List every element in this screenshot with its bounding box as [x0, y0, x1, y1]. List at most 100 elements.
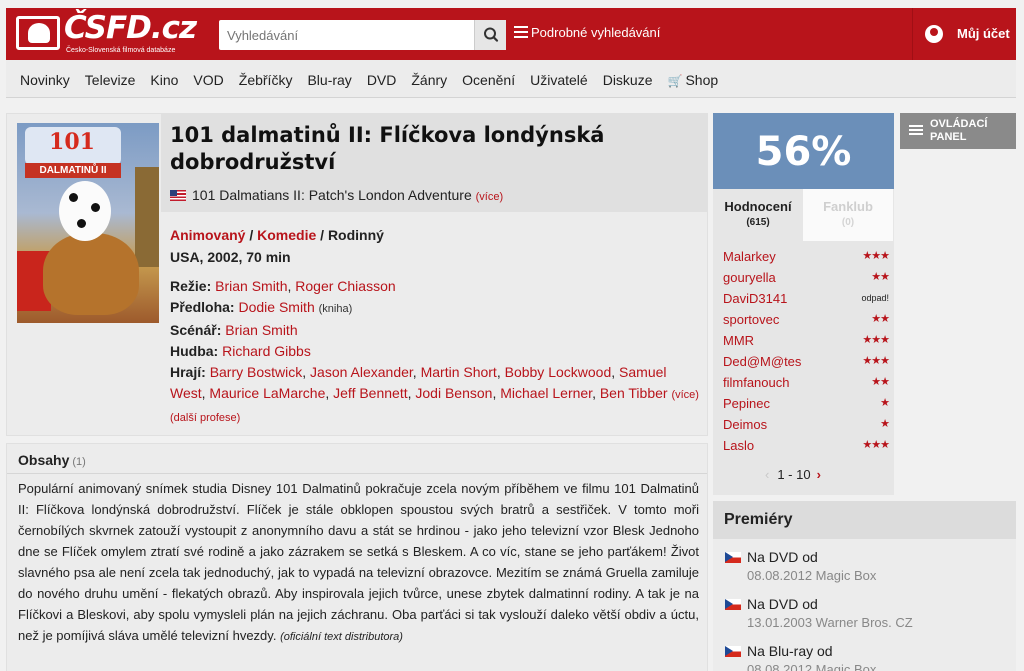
credits-label: Scénář:: [170, 322, 222, 338]
person-link[interactable]: Brian Smith: [225, 322, 297, 338]
search-input[interactable]: [219, 20, 464, 50]
premiere-detail: 08.08.2012 Magic Box: [747, 662, 877, 671]
rating-row: Ded@M@tes ★★★: [723, 354, 890, 375]
top-bar: ČSFD.cz Česko-Slovenská filmová databáze…: [6, 8, 1016, 60]
rating-list: Malarkey ★★★ gouryella ★★ DaviD3141 odpad! …: [723, 249, 890, 459]
user-link[interactable]: MMR: [723, 333, 754, 348]
person-link[interactable]: Jeff Bennett: [333, 385, 407, 401]
person-link[interactable]: Ben Tibber: [600, 385, 668, 401]
nav-item-bluray[interactable]: Blu-ray: [307, 60, 359, 88]
rating-stars: ★: [880, 418, 890, 430]
advanced-search-label: Podrobné vyhledávání: [531, 25, 661, 40]
plot-heading: Obsahy (1): [18, 452, 86, 468]
chevron-left-icon[interactable]: ‹: [765, 467, 769, 482]
user-icon: [925, 25, 943, 43]
rating-row: Malarkey ★★★: [723, 249, 890, 270]
nav-item-diskuze[interactable]: Diskuze: [603, 60, 661, 88]
site-logo[interactable]: ČSFD.cz Česko-Slovenská filmová databáze: [16, 10, 197, 56]
tab-fanclub-label: Fanklub: [823, 199, 873, 214]
nav-item-televize[interactable]: Televize: [85, 60, 144, 88]
rating-score: 56%: [713, 113, 894, 189]
film-poster[interactable]: 101 DALMATINŮ II: [17, 123, 159, 323]
account-button[interactable]: Můj účet: [912, 8, 1016, 60]
user-link[interactable]: DaviD3141: [723, 291, 787, 306]
user-link[interactable]: Laslo: [723, 438, 754, 453]
poster-spot: [69, 193, 78, 202]
nav-item-zebricky[interactable]: Žebříčky: [239, 60, 301, 88]
rating-pager: ‹ 1 - 10 ›: [765, 467, 821, 482]
user-link[interactable]: Ded@M@tes: [723, 354, 801, 369]
plot-body: Populární animovaný snímek studia Disney…: [18, 481, 699, 643]
person-link[interactable]: Barry Bostwick: [210, 364, 303, 380]
person-link[interactable]: Roger Chiasson: [295, 278, 395, 294]
user-link[interactable]: sportovec: [723, 312, 779, 327]
poster-title: 101: [49, 129, 95, 155]
rating-stars: ★★★: [862, 334, 890, 346]
user-link[interactable]: Malarkey: [723, 249, 776, 264]
genre-link[interactable]: Animovaný: [170, 227, 245, 243]
premiere-label: Na Blu-ray od: [747, 643, 833, 659]
user-link[interactable]: Pepinec: [723, 396, 770, 411]
person-link[interactable]: Richard Gibbs: [222, 343, 311, 359]
czech-flag-icon: [725, 599, 741, 610]
film-genres: Animovaný / Komedie / Rodinný: [170, 227, 384, 243]
czech-flag-icon: [725, 646, 741, 657]
more-professions-link[interactable]: (další profese): [170, 412, 240, 424]
premieres-panel: Premiéry Na DVD od 08.08.2012 Magic Box N…: [713, 501, 1016, 671]
original-title: 101 Dalmatians II: Patch's London Advent…: [170, 187, 503, 203]
tab-fanclub[interactable]: Fanklub (0): [803, 189, 893, 241]
nav-item-kino[interactable]: Kino: [150, 60, 186, 88]
person-link[interactable]: Maurice LaMarche: [209, 385, 325, 401]
rating-stars: ★: [880, 397, 890, 409]
nav-item-shop[interactable]: 🛒 Shop: [668, 60, 727, 88]
credits-label: Předloha:: [170, 299, 235, 315]
rating-row: gouryella ★★: [723, 270, 890, 291]
nav-item-vod[interactable]: VOD: [193, 60, 231, 88]
plot-heading-text: Obsahy: [18, 452, 70, 468]
nav-item-novinky[interactable]: Novinky: [20, 60, 78, 88]
rating-row: MMR ★★★: [723, 333, 890, 354]
credits-source: Předloha: Dodie Smith (kniha): [170, 297, 700, 320]
czech-flag-icon: [725, 552, 741, 563]
credits-label: Režie:: [170, 278, 212, 294]
tab-ratings[interactable]: Hodnocení (615): [713, 189, 803, 241]
person-link[interactable]: Jodi Benson: [415, 385, 492, 401]
film-reel-icon: [16, 16, 60, 50]
nav-item-uzivatele[interactable]: Uživatelé: [530, 60, 596, 88]
plot-source: (oficiální text distributora): [280, 631, 403, 643]
premiere-detail: 13.01.2003 Warner Bros. CZ: [747, 615, 913, 630]
search-button[interactable]: [474, 20, 506, 50]
person-link[interactable]: Michael Lerner: [500, 385, 592, 401]
nav-item-shop-label: Shop: [685, 72, 719, 88]
rating-row: Deimos ★: [723, 417, 890, 438]
premiere-label: Na DVD od: [747, 549, 818, 565]
user-link[interactable]: Deimos: [723, 417, 767, 432]
logo-text: ČSFD.cz: [64, 10, 197, 46]
chevron-right-icon[interactable]: ›: [817, 467, 821, 482]
person-link[interactable]: Martin Short: [421, 364, 497, 380]
advanced-search-link[interactable]: Podrobné vyhledávání: [514, 25, 660, 40]
premiere-item: Na DVD od 08.08.2012 Magic Box: [725, 549, 1016, 596]
control-panel-button[interactable]: OVLÁDACÍ PANEL: [900, 113, 1016, 149]
cast-more-link[interactable]: (více): [671, 389, 699, 401]
person-link[interactable]: Dodie Smith: [238, 299, 314, 315]
person-link[interactable]: Jason Alexander: [310, 364, 413, 380]
original-title-more-link[interactable]: (více): [476, 191, 504, 203]
user-link[interactable]: gouryella: [723, 270, 776, 285]
premiere-detail: 08.08.2012 Magic Box: [747, 568, 877, 583]
genre-link[interactable]: Komedie: [257, 227, 316, 243]
nav-item-oceneni[interactable]: Ocenění: [462, 60, 523, 88]
user-link[interactable]: filmfanouch: [723, 375, 789, 390]
rating-panel: 56% Hodnocení (615) Fanklub (0) Malarkey ★★…: [713, 113, 894, 495]
nav-item-dvd[interactable]: DVD: [367, 60, 405, 88]
poster-spot: [77, 219, 86, 228]
premiere-item: Na DVD od 13.01.2003 Warner Bros. CZ: [725, 596, 1016, 643]
person-link[interactable]: Bobby Lockwood: [505, 364, 612, 380]
nav-item-zanry[interactable]: Žánry: [411, 60, 455, 88]
film-credits: Režie: Brian Smith, Roger Chiasson Předl…: [170, 276, 700, 429]
credits-writer: Scénář: Brian Smith: [170, 320, 700, 341]
person-link[interactable]: Brian Smith: [215, 278, 287, 294]
credits-more-row: (další profese): [170, 406, 700, 429]
plot-section: Obsahy (1) Populární animovaný snímek stu…: [6, 443, 708, 671]
rating-waste: odpad!: [861, 293, 889, 303]
